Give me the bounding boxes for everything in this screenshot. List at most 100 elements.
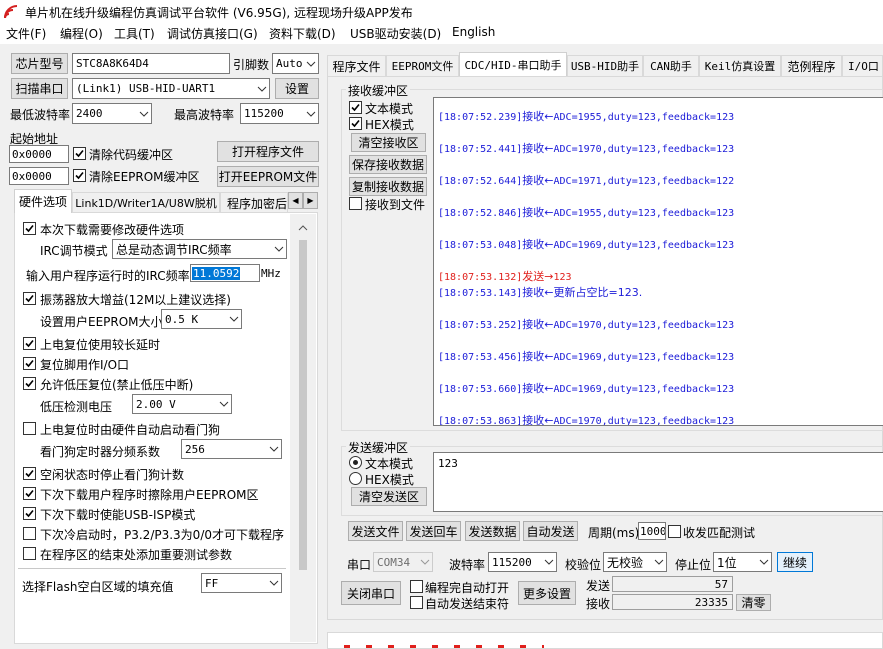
tab-examples[interactable]: 范例程序 (781, 55, 842, 76)
watchdog-prescaler-select[interactable]: 256 (181, 439, 282, 459)
auto-open-label: 编程完自动打开 (425, 581, 510, 595)
tab-eeprom-file[interactable]: EEPROM文件 (386, 55, 459, 76)
log-line: [18:07:53.660]接收←ADC=1969,duty=123,feedb… (438, 382, 735, 395)
port-select[interactable]: (Link1) USB-HID-UART1 (72, 78, 270, 99)
chip-model-button[interactable]: 芯片型号 (11, 53, 68, 74)
menu-program[interactable]: 编程(O) (60, 25, 103, 42)
tab-scroll-right-button[interactable]: ▶ (303, 192, 318, 209)
tab-scroll-left-button[interactable]: ◀ (288, 192, 303, 209)
chip-model-select[interactable]: STC8A8K64D4 (72, 53, 230, 74)
irc-mode-select[interactable]: 总是动态调节IRC频率 (112, 239, 287, 259)
hardware-options-scrollbar[interactable] (290, 214, 316, 642)
lvd-voltage-select[interactable]: 2.00 V (132, 394, 232, 414)
parity-select[interactable]: 无校验 (603, 552, 667, 572)
eeprom-size-select[interactable]: 0.5 K (161, 309, 242, 329)
settings-button[interactable]: 设置 (275, 78, 319, 99)
menu-debug-interface[interactable]: 调试仿真接口(G) (167, 25, 258, 42)
recv-hex-mode-checkbox[interactable] (349, 117, 362, 130)
save-receive-button[interactable]: 保存接收数据 (349, 155, 427, 174)
osc-gain-label: 振荡器放大增益(12M以上建议选择) (40, 293, 231, 307)
menu-downloads[interactable]: 资料下载(D) (269, 25, 336, 42)
clear-count-button[interactable]: 清零 (736, 594, 771, 611)
flash-fill-select[interactable]: FF (201, 573, 282, 593)
test-params-checkbox[interactable] (23, 547, 36, 560)
close-port-button[interactable]: 关闭串口 (341, 581, 401, 605)
tab-program-file[interactable]: 程序文件 (327, 55, 386, 76)
clear-code-checkbox[interactable] (73, 147, 86, 160)
tab-program-encryption[interactable]: 程序加密后 (220, 192, 288, 213)
chevron-down-icon (257, 86, 267, 92)
log-line: [18:07:52.239]接收←ADC=1955,duty=123,feedb… (438, 110, 735, 123)
serial-port-label: 串口 (347, 558, 372, 572)
auto-end-char-checkbox[interactable] (410, 596, 423, 609)
menu-file[interactable]: 文件(F) (6, 25, 46, 42)
scan-port-button[interactable]: 扫描串口 (11, 78, 68, 99)
chevron-down-icon (420, 559, 430, 565)
p32-p33-download-checkbox[interactable] (23, 527, 36, 540)
erase-eeprom-label: 下次下载用户程序时擦除用户EEPROM区 (40, 488, 259, 502)
more-settings-button[interactable]: 更多设置 (518, 581, 576, 605)
modify-hw-options-checkbox[interactable] (23, 222, 36, 235)
tab-hardware-options[interactable]: 硬件选项 (14, 189, 72, 213)
continue-button[interactable]: 继续 (777, 552, 813, 572)
received-count-label: 接收 (586, 597, 611, 611)
recv-hex-mode-label: HEX模式 (365, 118, 414, 132)
open-program-file-button[interactable]: 打开程序文件 (217, 141, 319, 162)
tab-offline-writer[interactable]: Link1D/Writer1A/U8W脱机 (72, 192, 220, 213)
tab-usb-hid-assistant[interactable]: USB-HID助手 (567, 55, 643, 76)
loopback-test-checkbox[interactable] (668, 525, 681, 538)
menu-tools[interactable]: 工具(T) (114, 25, 155, 42)
osc-gain-checkbox[interactable] (23, 292, 36, 305)
chevron-down-icon (219, 401, 229, 407)
stop-bits-select[interactable]: 1位 (713, 552, 772, 572)
eeprom-address-input[interactable]: 0x0000 (9, 167, 69, 185)
send-input[interactable]: 123 (433, 452, 883, 512)
auto-watchdog-checkbox[interactable] (23, 422, 36, 435)
min-baud-select[interactable]: 2400 (72, 103, 152, 124)
clear-send-button[interactable]: 清空发送区 (351, 487, 427, 506)
tab-can-assistant[interactable]: CAN助手 (643, 55, 699, 76)
modify-hw-options-label: 本次下载需要修改硬件选项 (40, 223, 185, 237)
pins-select[interactable]: Auto (272, 53, 319, 74)
tab-keil-settings[interactable]: Keil仿真设置 (699, 55, 781, 76)
code-address-input[interactable]: 0x0000 (9, 145, 69, 163)
copy-receive-button[interactable]: 复制接收数据 (349, 177, 427, 196)
auto-open-checkbox[interactable] (410, 580, 423, 593)
send-text-mode-label: 文本模式 (365, 457, 414, 471)
recv-text-mode-checkbox[interactable] (349, 101, 362, 114)
period-input[interactable]: 1000 (638, 522, 666, 540)
tab-serial-assistant[interactable]: CDC/HID-串口助手 (459, 52, 567, 76)
serial-port-select[interactable]: COM34 (373, 552, 433, 572)
send-text-mode-radio[interactable] (349, 456, 362, 469)
scrollbar-thumb[interactable] (299, 240, 307, 570)
send-data-button[interactable]: 发送数据 (465, 521, 520, 541)
open-eeprom-file-button[interactable]: 打开EEPROM文件 (217, 166, 319, 187)
max-baud-select[interactable]: 115200 (240, 103, 319, 124)
chevron-down-icon (306, 111, 316, 117)
received-count-value: 23335 (612, 594, 733, 610)
usb-isp-checkbox[interactable] (23, 507, 36, 520)
auto-send-button[interactable]: 自动发送 (523, 521, 578, 541)
log-line: [18:07:53.132]发送→123 (438, 270, 572, 283)
pins-label: 引脚数 (233, 58, 270, 72)
low-voltage-reset-checkbox[interactable] (23, 377, 36, 390)
reset-pin-io-checkbox[interactable] (23, 357, 36, 370)
clear-eeprom-checkbox[interactable] (73, 169, 86, 182)
erase-eeprom-checkbox[interactable] (23, 487, 36, 500)
chevron-down-icon (306, 61, 316, 67)
receive-log[interactable]: [18:07:52.239]接收←ADC=1955,duty=123,feedb… (433, 97, 883, 426)
send-hex-mode-radio[interactable] (349, 472, 362, 485)
send-file-button[interactable]: 发送文件 (348, 521, 403, 541)
receive-to-file-checkbox[interactable] (349, 197, 362, 210)
period-label: 周期(ms) (588, 526, 640, 540)
clear-receive-button[interactable]: 清空接收区 (351, 133, 426, 152)
chevron-up-icon[interactable] (298, 220, 308, 234)
baud-rate-select[interactable]: 115200 (488, 552, 557, 572)
idle-stop-watchdog-checkbox[interactable] (23, 467, 36, 480)
menu-usb-driver[interactable]: USB驱动安装(D) (350, 25, 441, 42)
send-enter-button[interactable]: 发送回车 (406, 521, 461, 541)
long-reset-delay-checkbox[interactable] (23, 337, 36, 350)
tab-io-port[interactable]: I/O口 (842, 55, 883, 76)
menu-english[interactable]: English (452, 25, 495, 39)
irc-frequency-input[interactable]: 11.0592 (190, 264, 260, 282)
